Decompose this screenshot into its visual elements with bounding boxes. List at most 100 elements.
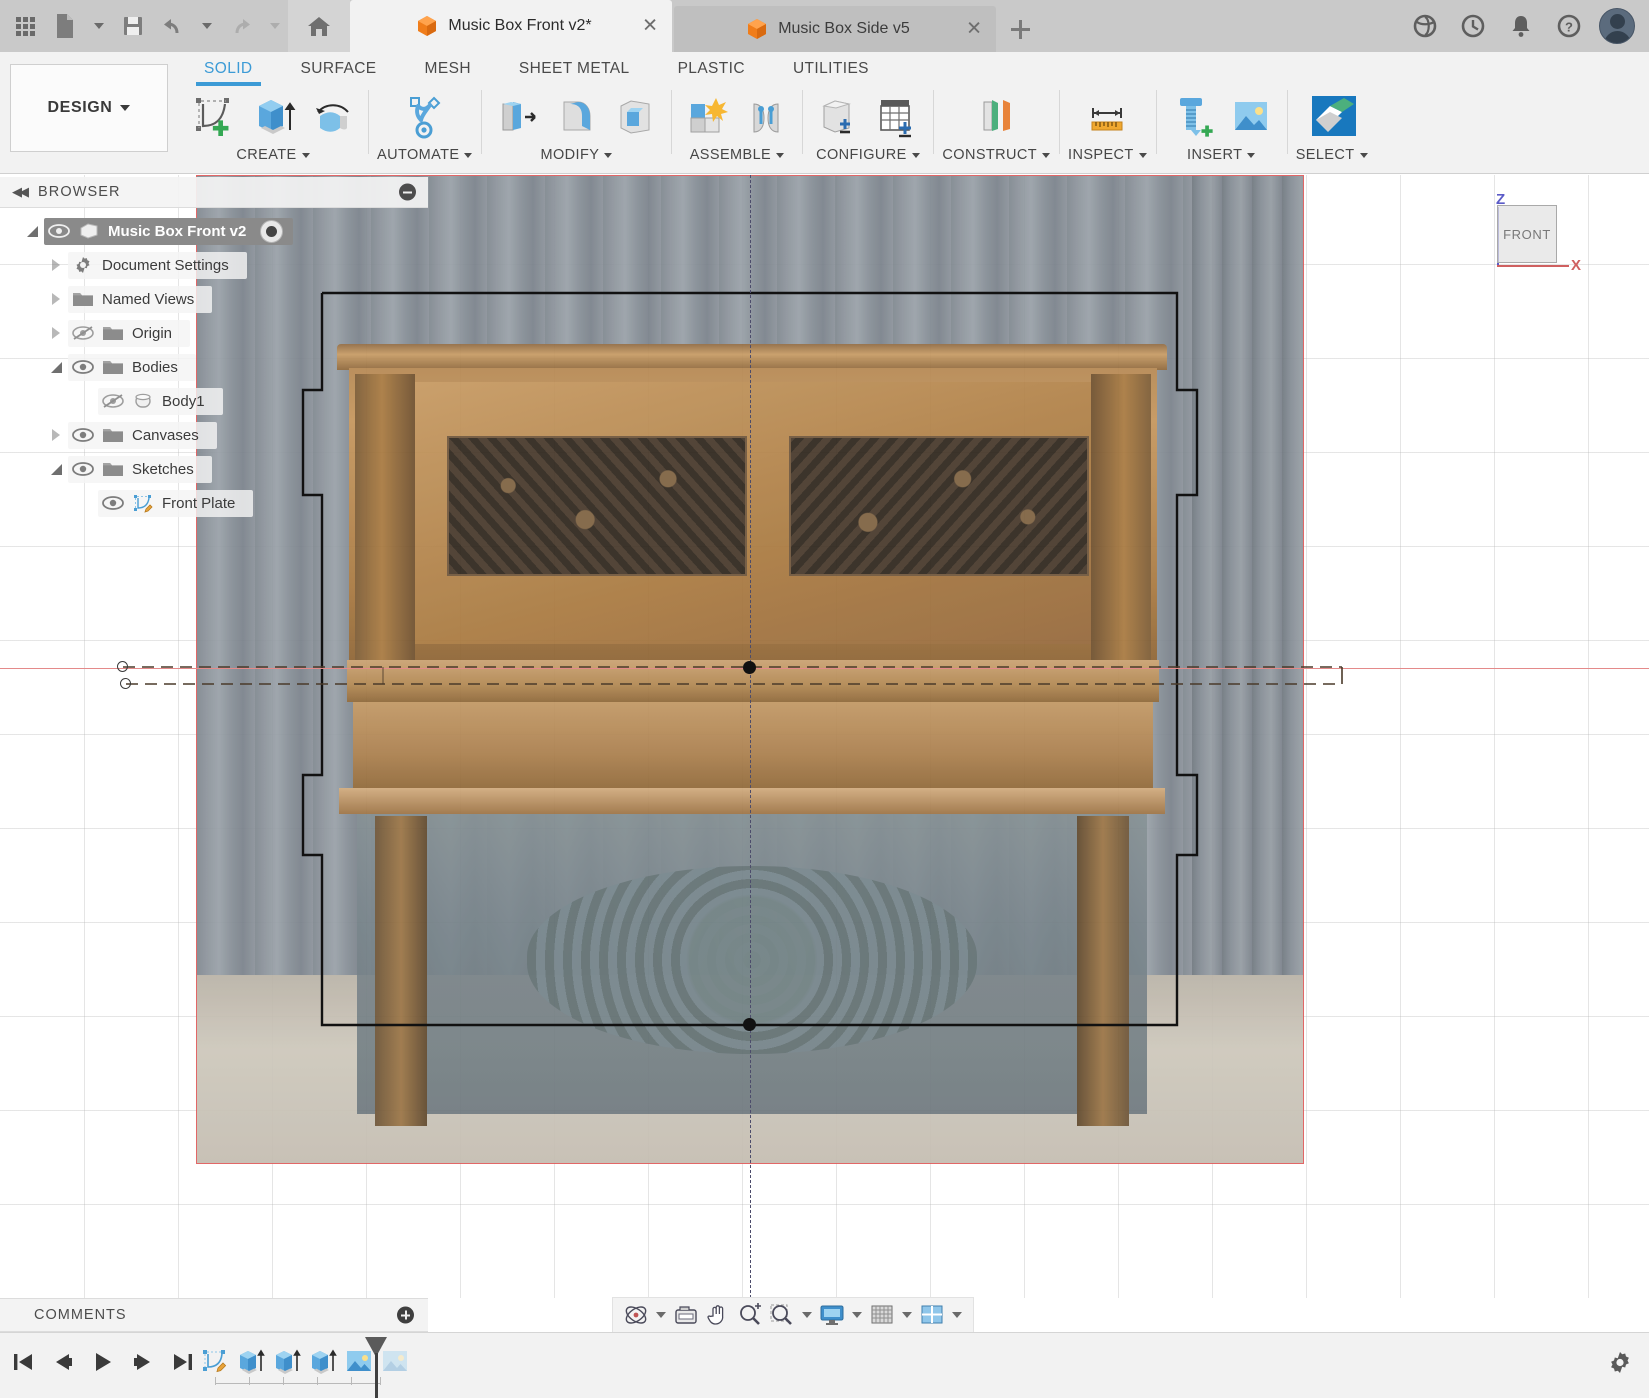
undo-icon[interactable] <box>154 4 192 48</box>
go-to-beginning-button[interactable] <box>6 1345 40 1379</box>
comments-bar[interactable]: COMMENTS <box>0 1298 428 1332</box>
tree-row-body1[interactable]: Body1 <box>0 384 430 418</box>
tab-music-box-side[interactable]: Music Box Side v5 ✕ <box>674 6 996 52</box>
pan-button[interactable] <box>703 1299 733 1331</box>
timeline-settings-gear-icon[interactable] <box>1605 1349 1635 1384</box>
panel-inspect-label[interactable]: INSPECT <box>1068 147 1147 163</box>
sketch-point-left-upper[interactable] <box>117 661 128 672</box>
canvas-insert-button[interactable] <box>1224 88 1278 144</box>
panel-construct-label[interactable]: CONSTRUCT <box>942 147 1050 163</box>
sketch-origin-point[interactable] <box>743 661 756 674</box>
fit-button[interactable] <box>767 1299 797 1331</box>
look-at-button[interactable] <box>671 1299 701 1331</box>
app-grid-icon[interactable] <box>6 4 44 48</box>
press-pull-button[interactable] <box>490 88 544 144</box>
expander-down-icon[interactable] <box>20 226 44 237</box>
expander-right-icon[interactable] <box>44 293 68 305</box>
panel-create-label[interactable]: CREATE <box>236 147 309 163</box>
step-forward-button[interactable] <box>126 1345 160 1379</box>
plus-circle-icon[interactable] <box>397 1307 414 1324</box>
timeline-feature-extrude-3[interactable] <box>306 1343 340 1379</box>
tree-row-document-settings[interactable]: Document Settings <box>0 248 430 282</box>
home-button[interactable] <box>288 0 350 52</box>
redo-icon[interactable] <box>222 4 260 48</box>
expander-right-icon[interactable] <box>44 327 68 339</box>
tree-row-canvases[interactable]: Canvases <box>0 418 430 452</box>
sketch-point-bottom-center[interactable] <box>743 1018 756 1031</box>
help-icon[interactable]: ? <box>1547 3 1591 49</box>
timeline-feature-extrude-1[interactable] <box>234 1343 268 1379</box>
ribbon-tab-mesh[interactable]: MESH <box>401 52 495 84</box>
create-sketch-button[interactable] <box>187 88 241 144</box>
timeline-feature-extrude-2[interactable] <box>270 1343 304 1379</box>
configuration-button[interactable] <box>811 88 865 144</box>
shell-button[interactable] <box>608 88 662 144</box>
select-button[interactable] <box>1305 88 1359 144</box>
viewports-dropdown-caret-icon[interactable] <box>949 1299 965 1331</box>
extensions-icon[interactable] <box>1403 3 1447 49</box>
display-settings-button[interactable] <box>817 1299 847 1331</box>
workspace-switcher-button[interactable]: DESIGN <box>10 64 168 152</box>
visibility-eye-icon[interactable] <box>44 224 74 238</box>
play-button[interactable] <box>86 1345 120 1379</box>
revolve-button[interactable] <box>305 88 359 144</box>
expander-down-icon[interactable] <box>44 362 68 373</box>
expander-down-icon[interactable] <box>44 464 68 475</box>
zoom-button[interactable] <box>735 1299 765 1331</box>
new-tab-button[interactable] <box>998 6 1042 52</box>
visibility-eye-icon[interactable] <box>68 427 98 443</box>
panel-insert-label[interactable]: INSERT <box>1187 147 1255 163</box>
joint-button[interactable] <box>739 88 793 144</box>
undo-dropdown-caret-icon[interactable] <box>194 4 220 48</box>
visibility-eye-icon[interactable] <box>68 359 98 375</box>
tree-row-front-plate[interactable]: Front Plate <box>0 486 430 520</box>
account-avatar[interactable] <box>1595 3 1639 49</box>
grid-snaps-button[interactable] <box>867 1299 897 1331</box>
tree-row-bodies[interactable]: Bodies <box>0 350 430 384</box>
ribbon-tab-surface[interactable]: SURFACE <box>277 52 401 84</box>
tree-row-origin[interactable]: Origin <box>0 316 430 350</box>
measure-button[interactable] <box>1080 88 1134 144</box>
ribbon-tab-sheet-metal[interactable]: SHEET METAL <box>495 52 654 84</box>
timeline-feature-sketch[interactable] <box>198 1343 232 1379</box>
visibility-eye-off-icon[interactable] <box>68 325 98 341</box>
file-icon[interactable] <box>46 4 84 48</box>
fit-dropdown-caret-icon[interactable] <box>799 1299 815 1331</box>
visibility-eye-off-icon[interactable] <box>98 393 128 409</box>
extrude-button[interactable] <box>246 88 300 144</box>
tab-close-icon[interactable]: ✕ <box>966 20 982 39</box>
ribbon-tab-solid[interactable]: SOLID <box>180 52 277 84</box>
expander-right-icon[interactable] <box>44 259 68 271</box>
panel-modify-label[interactable]: MODIFY <box>541 147 613 163</box>
viewports-button[interactable] <box>917 1299 947 1331</box>
file-dropdown-caret-icon[interactable] <box>86 4 112 48</box>
orbit-dropdown-caret-icon[interactable] <box>653 1299 669 1331</box>
job-status-icon[interactable] <box>1451 3 1495 49</box>
new-component-button[interactable] <box>680 88 734 144</box>
tree-row-music-box-front[interactable]: Music Box Front v2 <box>0 214 430 248</box>
panel-assemble-label[interactable]: ASSEMBLE <box>690 147 784 163</box>
grid-dropdown-caret-icon[interactable] <box>899 1299 915 1331</box>
expander-right-icon[interactable] <box>44 429 68 441</box>
notifications-bell-icon[interactable] <box>1499 3 1543 49</box>
minus-circle-icon[interactable] <box>399 184 416 201</box>
visibility-eye-icon[interactable] <box>98 495 128 511</box>
ribbon-tab-plastic[interactable]: PLASTIC <box>654 52 769 84</box>
fillet-button[interactable] <box>549 88 603 144</box>
ribbon-tab-utilities[interactable]: UTILITIES <box>769 52 893 84</box>
display-dropdown-caret-icon[interactable] <box>849 1299 865 1331</box>
step-back-button[interactable] <box>46 1345 80 1379</box>
tab-music-box-front[interactable]: Music Box Front v2* ✕ <box>350 0 672 52</box>
visibility-eye-icon[interactable] <box>68 461 98 477</box>
go-to-end-button[interactable] <box>166 1345 200 1379</box>
tab-close-icon[interactable]: ✕ <box>642 17 658 36</box>
configuration-table-button[interactable] <box>870 88 924 144</box>
save-icon[interactable] <box>114 4 152 48</box>
sketch-point-left-lower[interactable] <box>120 678 131 689</box>
view-cube[interactable]: FRONT Z X <box>1489 197 1561 269</box>
timeline-track[interactable] <box>215 1383 380 1384</box>
panel-automate-label[interactable]: AUTOMATE <box>377 147 472 163</box>
double-chevron-left-icon[interactable]: ◀◀ <box>12 184 26 200</box>
orbit-button[interactable] <box>621 1299 651 1331</box>
panel-configure-label[interactable]: CONFIGURE <box>816 147 920 163</box>
